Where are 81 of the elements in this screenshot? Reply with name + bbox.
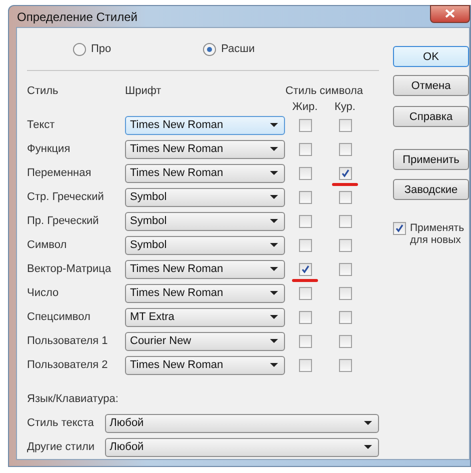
bold-checkbox[interactable] (298, 358, 312, 372)
font-dropdown[interactable]: Times New Roman (125, 356, 285, 374)
radio-button[interactable] (73, 42, 86, 56)
field-label: Другие стили (27, 441, 96, 453)
caret-icon (270, 315, 278, 319)
caret-icon (270, 123, 278, 127)
style-label: Число (27, 287, 60, 299)
close-button[interactable] (430, 4, 470, 22)
style-dropdown[interactable]: Любой (104, 438, 379, 456)
font-dropdown[interactable]: Times New Roman (125, 260, 285, 278)
italic-checkbox[interactable] (338, 118, 352, 132)
checkbox-label[interactable]: Применять для новых (410, 222, 471, 246)
bold-checkbox[interactable] (298, 214, 312, 228)
font-dropdown[interactable]: Times New Roman (125, 116, 285, 134)
caret-icon (270, 243, 278, 247)
style-label: Переменная (27, 167, 92, 179)
caret-icon (270, 363, 278, 367)
bold-checkbox[interactable] (298, 286, 312, 300)
column-header: Шрифт (125, 85, 162, 97)
bold-checkbox[interactable] (298, 262, 312, 276)
font-dropdown[interactable]: Times New Roman (125, 284, 285, 302)
apply-checkbox[interactable] (393, 222, 406, 235)
italic-checkbox[interactable] (338, 358, 352, 372)
italic-checkbox[interactable] (338, 142, 352, 156)
bold-checkbox[interactable] (298, 190, 312, 204)
style-label: Вектор-Матрица (27, 263, 112, 275)
radio-button[interactable] (203, 42, 216, 56)
bold-checkbox[interactable] (298, 166, 312, 180)
style-label: Спецсимвол (27, 311, 92, 323)
style-label: Пр. Греческий (27, 215, 100, 227)
italic-checkbox[interactable] (338, 262, 352, 276)
font-dropdown[interactable]: MT Extra (125, 308, 285, 326)
italic-checkbox[interactable] (338, 166, 352, 180)
caret-icon (270, 339, 278, 343)
italic-checkbox[interactable] (338, 334, 352, 348)
caret-icon (270, 219, 278, 223)
italic-checkbox[interactable] (338, 286, 352, 300)
style-dropdown[interactable]: Любой (104, 414, 379, 432)
dialog-button[interactable]: Применить (393, 149, 469, 170)
caret-icon (270, 291, 278, 295)
column-header: Жир. (291, 100, 319, 113)
radio-label[interactable]: Расши (221, 43, 255, 55)
font-dropdown[interactable]: Symbol (125, 212, 285, 230)
caret-icon (364, 445, 372, 449)
font-dropdown[interactable]: Symbol (125, 188, 285, 206)
column-header: Стиль (27, 85, 60, 97)
close-icon (445, 9, 455, 18)
bold-checkbox[interactable] (298, 118, 312, 132)
bold-checkbox[interactable] (298, 310, 312, 324)
radio-label[interactable]: Про (91, 43, 112, 55)
italic-checkbox[interactable] (338, 214, 352, 228)
bold-checkbox[interactable] (298, 238, 312, 252)
style-label: Символ (27, 239, 68, 251)
style-label: Стр. Греческий (27, 191, 105, 203)
dialog-button[interactable]: Справка (393, 106, 469, 127)
style-label: Текст (27, 119, 56, 131)
caret-icon (270, 147, 278, 151)
font-dropdown[interactable]: Courier New (125, 332, 285, 350)
italic-checkbox[interactable] (338, 310, 352, 324)
font-dropdown[interactable]: Times New Roman (125, 140, 285, 158)
dialog-button[interactable]: OK (393, 46, 469, 67)
style-label: Пользователя 1 (27, 335, 109, 347)
caret-icon (270, 195, 278, 199)
field-label: Стиль текста (27, 417, 95, 429)
italic-checkbox[interactable] (338, 190, 352, 204)
font-dropdown[interactable]: Symbol (125, 236, 285, 254)
style-label: Пользователя 2 (27, 359, 109, 371)
window-title: Определение Стилей (16, 10, 138, 24)
column-header: Стиль символа (285, 85, 363, 97)
bold-checkbox[interactable] (298, 142, 312, 156)
caret-icon (270, 171, 278, 175)
bold-checkbox[interactable] (298, 334, 312, 348)
section-label: Язык/Клавиатура: (27, 393, 120, 405)
caret-icon (270, 267, 278, 271)
column-header: Кур. (334, 100, 356, 113)
dialog-button[interactable]: Заводские (393, 179, 469, 200)
caret-icon (364, 421, 372, 425)
font-dropdown[interactable]: Times New Roman (125, 164, 285, 182)
dialog-button[interactable]: Отмена (393, 75, 469, 96)
style-label: Функция (27, 143, 72, 155)
italic-checkbox[interactable] (338, 238, 352, 252)
